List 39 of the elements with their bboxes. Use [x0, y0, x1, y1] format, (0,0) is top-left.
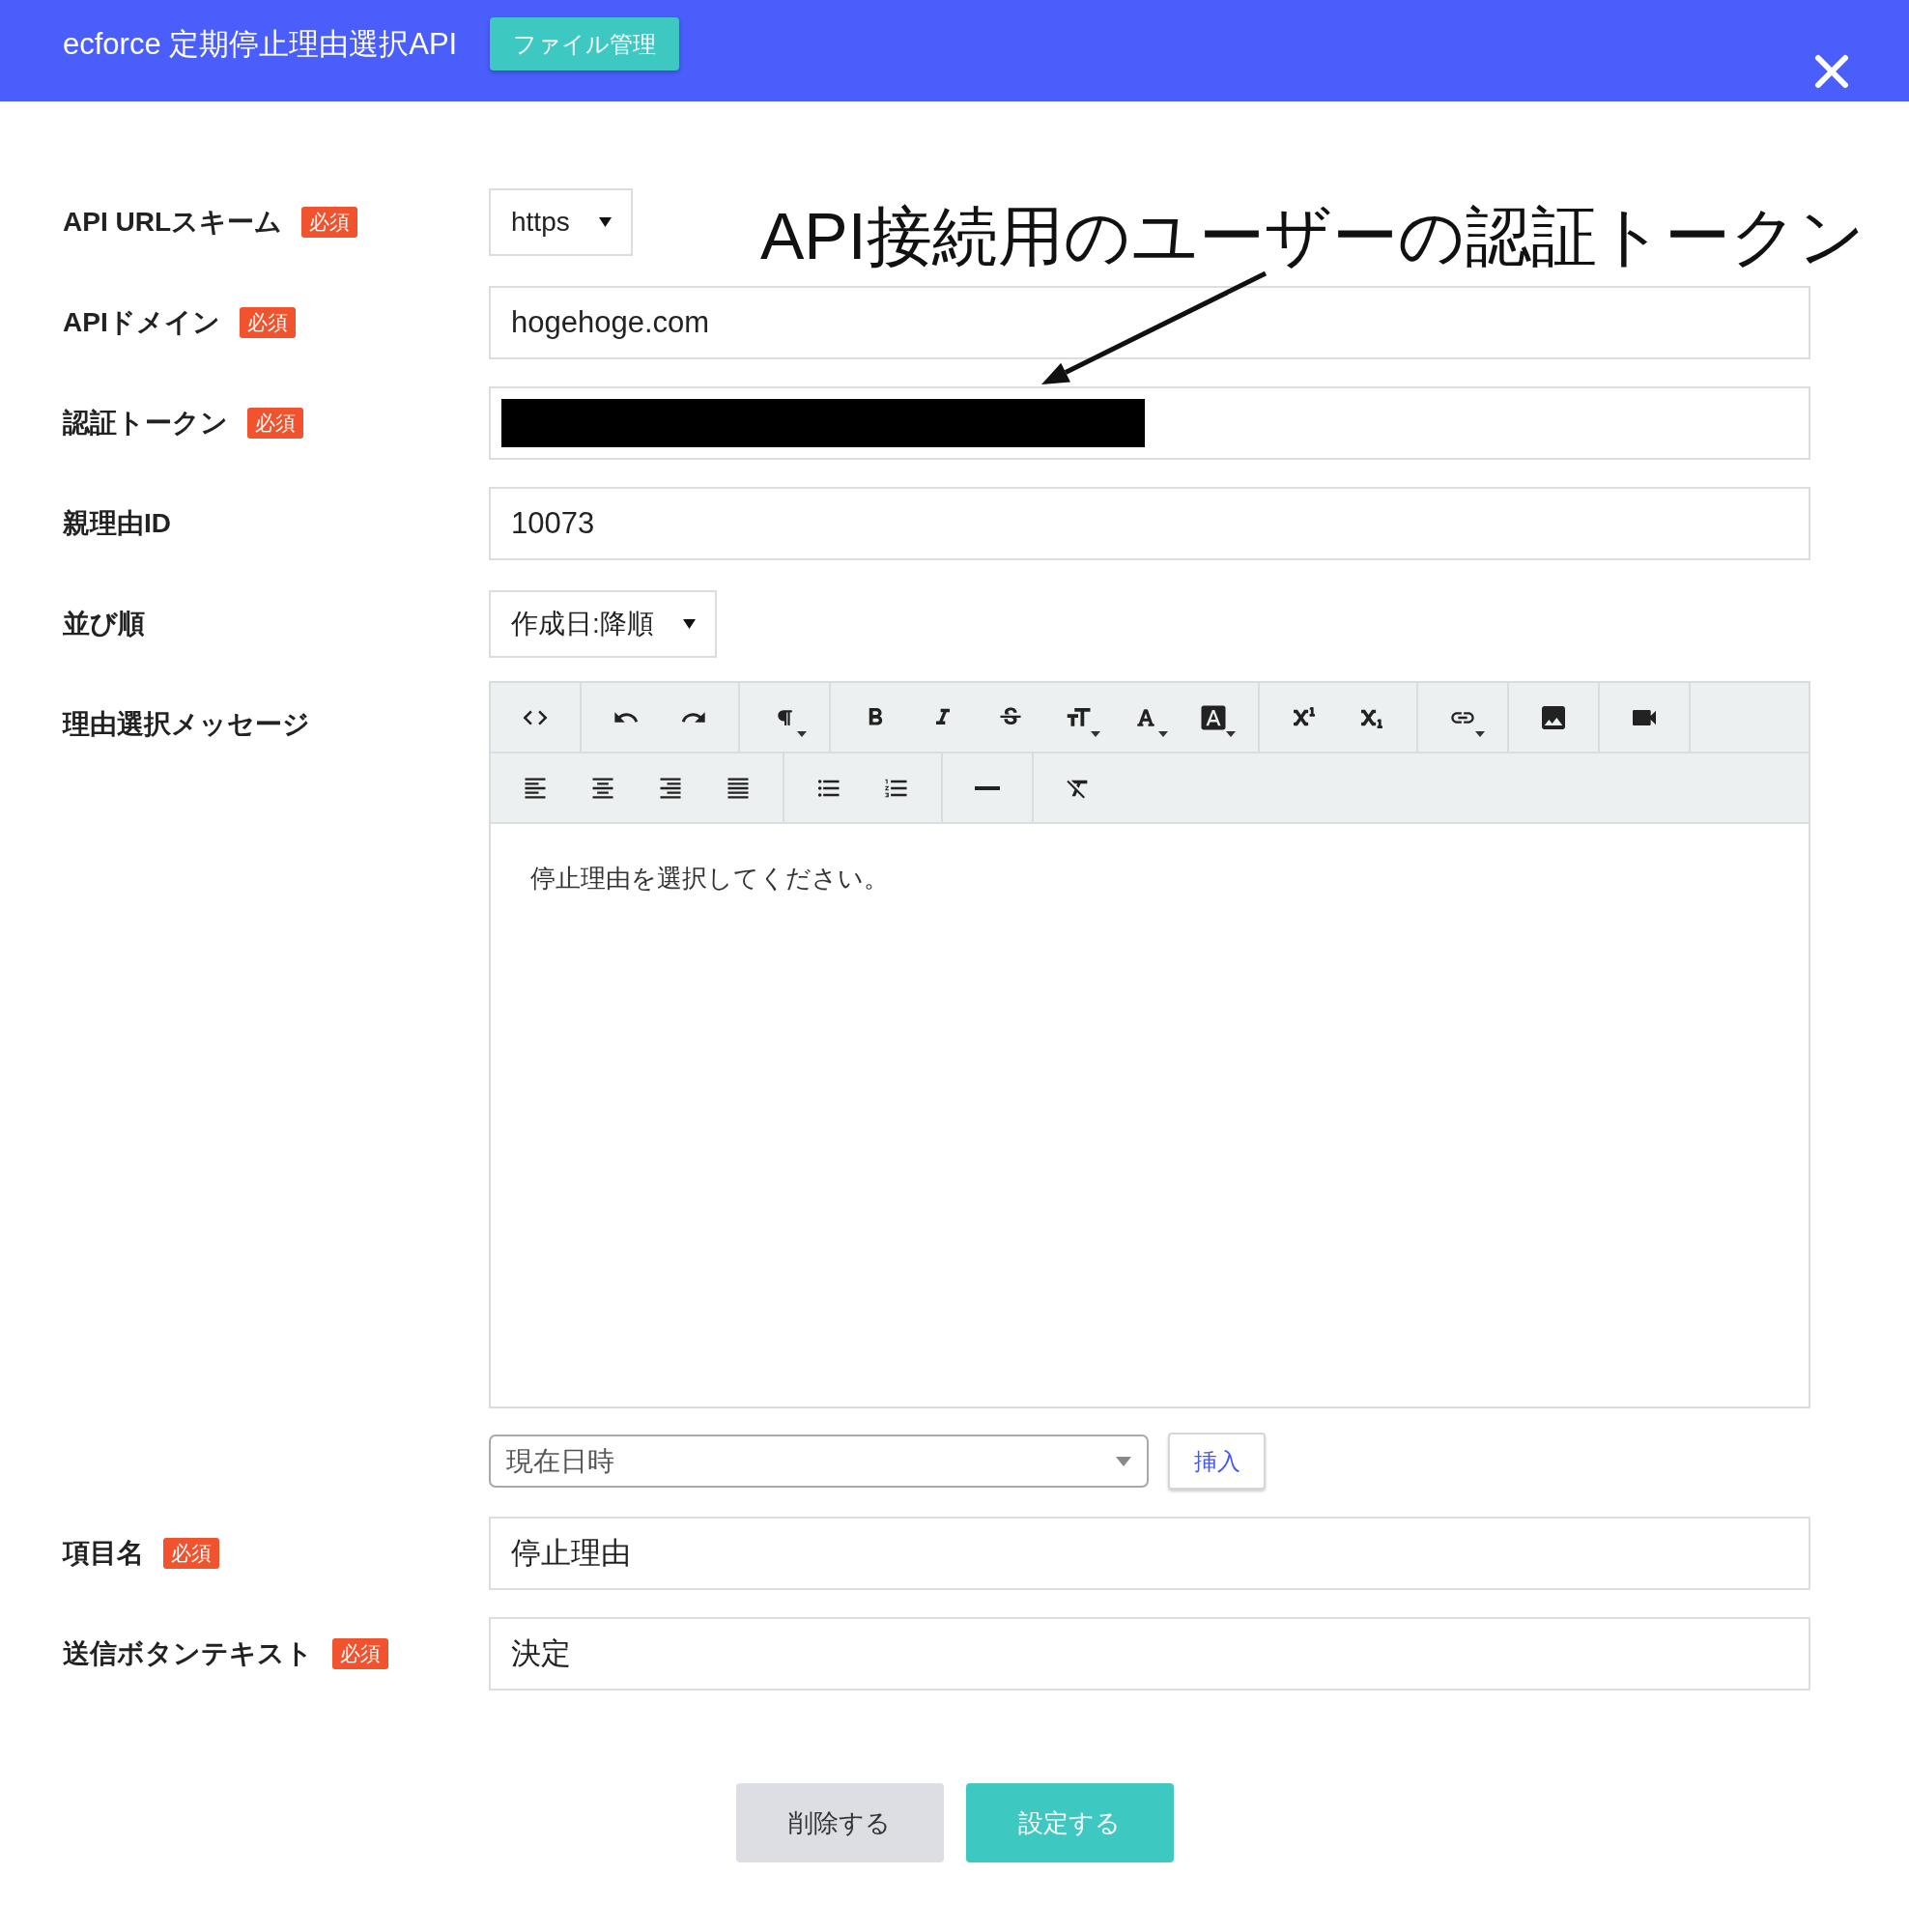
field-label: 並び順 — [63, 608, 145, 640]
field-label: 理由選択メッセージ — [63, 708, 310, 741]
variable-select[interactable]: 現在日時 — [489, 1435, 1149, 1488]
superscript-icon — [1294, 706, 1315, 728]
text-color-icon — [1136, 707, 1155, 727]
dropdown-arrow-icon — [682, 619, 696, 629]
caret-icon — [1226, 730, 1236, 737]
required-badge: 必須 — [239, 307, 296, 338]
text-field[interactable]: 決定 — [489, 1617, 1810, 1690]
dropdown-arrow-icon — [598, 217, 612, 227]
field-label: APIドメイン — [63, 306, 220, 339]
delete-button[interactable]: 削除する — [735, 1783, 944, 1862]
select-field[interactable]: 作成日:降順 — [489, 590, 717, 658]
insert-button[interactable]: 挿入 — [1168, 1433, 1266, 1490]
text-field[interactable]: hogehoge.com — [489, 286, 1810, 359]
field-label: 送信ボタンテキスト — [63, 1637, 313, 1670]
required-badge: 必須 — [301, 207, 357, 238]
dropdown-arrow-icon — [1116, 1456, 1131, 1466]
text-field[interactable]: 停止理由 — [489, 1517, 1810, 1590]
header-title: ecforce 定期停止理由選択API — [63, 26, 458, 63]
editor-text: 停止理由を選択してください。 — [530, 863, 889, 895]
text-field[interactable]: 10073 — [489, 487, 1810, 560]
field-label: 認証トークン — [63, 407, 228, 440]
caret-icon — [1475, 730, 1485, 737]
caret-icon — [1091, 730, 1100, 737]
required-badge: 必須 — [332, 1638, 388, 1669]
field-label: 親理由ID — [63, 507, 171, 540]
paragraph-icon — [776, 708, 793, 726]
caret-icon — [797, 730, 807, 737]
caret-icon — [1158, 730, 1168, 737]
annotation-text: API接続用のユーザーの認証トークン — [760, 198, 1866, 274]
field-label: 項目名 — [63, 1537, 144, 1570]
field-label: API URLスキーム — [63, 206, 282, 239]
close-icon — [1814, 54, 1849, 89]
required-badge: 必須 — [247, 408, 303, 439]
text-field[interactable] — [489, 386, 1810, 460]
close-button[interactable] — [1814, 54, 1849, 89]
select-field[interactable]: https — [489, 188, 633, 256]
required-badge: 必須 — [163, 1538, 219, 1569]
